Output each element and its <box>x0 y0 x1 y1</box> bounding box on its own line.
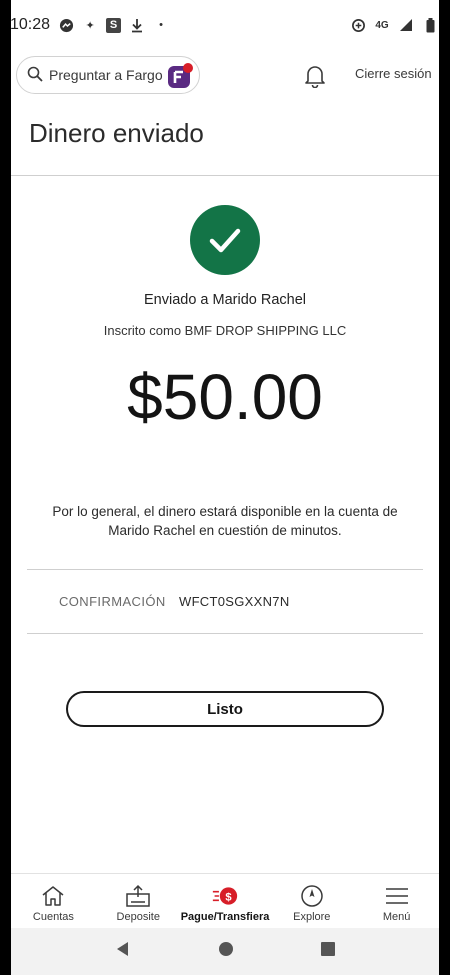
done-button[interactable]: Listo <box>66 691 384 727</box>
search-icon <box>27 66 43 85</box>
tab-label: Cuentas <box>32 911 74 923</box>
confirmation-divider-top <box>27 569 423 570</box>
tab-label: Explore <box>293 911 331 923</box>
fargo-assistant-icon[interactable] <box>165 61 195 91</box>
search-placeholder: Preguntar a Fargo <box>49 67 163 83</box>
tab-accounts[interactable]: Cuentas <box>11 874 96 928</box>
confirmation-label: CONFIRMACIÓN <box>59 594 166 609</box>
data-saver-icon <box>350 17 366 33</box>
success-check-icon <box>190 205 260 275</box>
recents-icon[interactable] <box>320 941 336 962</box>
home-icon <box>42 886 64 906</box>
status-bar-left: 10:28 ✦ S • <box>10 16 169 34</box>
dot-icon: • <box>159 19 163 31</box>
bottom-tab-bar: Cuentas Deposite $ Pague/Transfiera Expl… <box>11 873 439 928</box>
tab-label: Pague/Transfiera <box>180 911 270 923</box>
download-icon <box>129 17 145 33</box>
back-icon[interactable] <box>114 940 132 963</box>
recipient-text: Enviado a Marido Rachel <box>143 292 306 308</box>
sent-amount: $50.00 <box>127 361 323 433</box>
tab-pay-transfer[interactable]: $ Pague/Transfiera <box>180 874 270 928</box>
system-nav-bar <box>11 928 439 975</box>
status-bar-right: 4G <box>350 17 438 33</box>
registered-as-text: Inscrito como BMF DROP SHIPPING LLC <box>103 323 347 338</box>
tab-label: Menú <box>382 911 411 923</box>
availability-note: Por lo general, el dinero estará disponi… <box>52 504 398 538</box>
compass-icon <box>301 885 323 907</box>
notifications-bell-icon[interactable] <box>304 64 326 89</box>
ask-fargo-search[interactable]: Preguntar a Fargo <box>16 56 200 94</box>
deposit-icon <box>126 884 151 907</box>
svg-text:$: $ <box>225 891 232 903</box>
battery-icon <box>422 17 438 33</box>
tab-explore[interactable]: Explore <box>269 874 354 928</box>
title-divider <box>11 175 439 176</box>
home-circle-icon[interactable] <box>218 941 234 962</box>
confirmation-divider-bottom <box>27 633 423 634</box>
status-time: 10:28 <box>10 16 51 33</box>
tab-menu[interactable]: Menú <box>354 874 439 928</box>
tab-deposit[interactable]: Deposite <box>96 874 181 928</box>
page-title: Dinero enviado <box>29 118 204 148</box>
status-bar: 10:28 ✦ S • 4G <box>0 0 450 50</box>
hamburger-menu-icon <box>385 888 408 904</box>
logout-link[interactable]: Cierre sesión <box>355 66 432 81</box>
tab-label: Deposite <box>116 911 160 923</box>
confirmation-code: WFCT0SGXXN7N <box>179 594 290 609</box>
s-app-icon: S <box>106 17 122 33</box>
signal-icon <box>398 17 414 33</box>
network-type: 4G <box>375 19 389 31</box>
messenger-icon <box>58 17 74 33</box>
sparkle-icon: ✦ <box>85 19 95 32</box>
pay-transfer-icon: $ <box>212 887 238 905</box>
